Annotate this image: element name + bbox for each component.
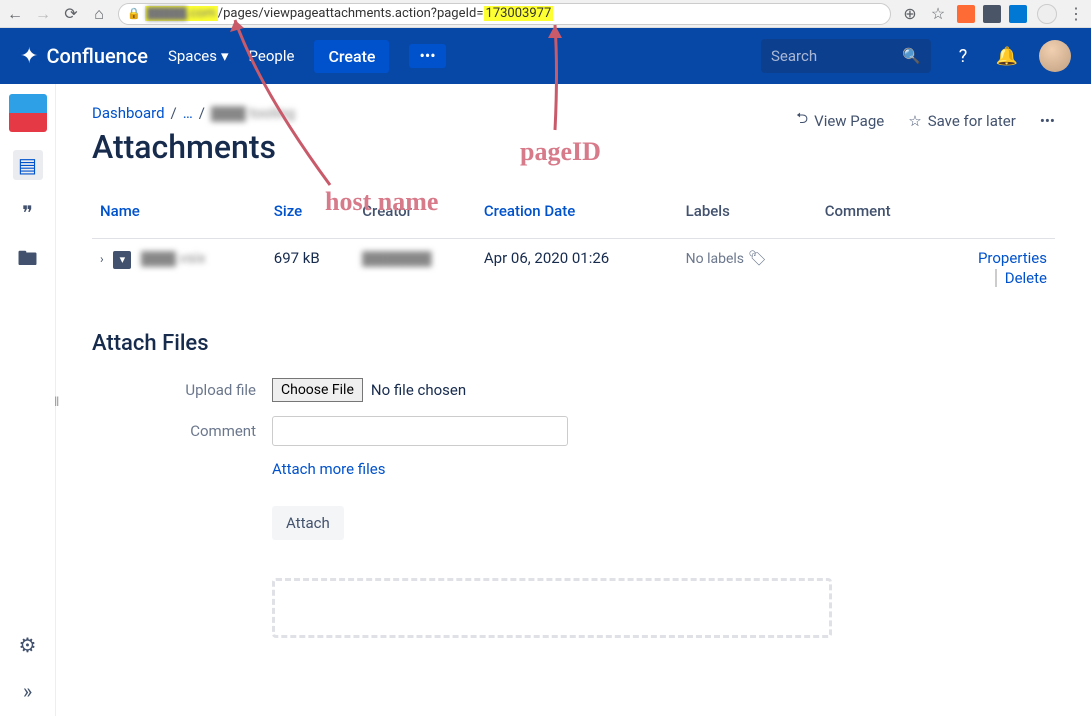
file-name[interactable]: ▇▇▇.vsix xyxy=(141,249,206,267)
search-icon: 🔍 xyxy=(902,47,921,65)
home-button[interactable]: ⌂ xyxy=(90,5,108,23)
file-size: 697 kB xyxy=(266,239,354,298)
dropzone[interactable] xyxy=(272,578,832,638)
address-bar[interactable]: 🔒 ▇▇▇▇.com/pages/viewpageattachments.act… xyxy=(118,3,891,25)
url-path: /pages/viewpageattachments.action?pageId… xyxy=(218,6,484,21)
star-outline-icon: ☆ xyxy=(908,112,921,130)
url-pageid-highlight: 173003977 xyxy=(484,6,554,21)
file-creator[interactable]: ▇▇▇▇▇▇ xyxy=(362,249,431,267)
crumb-current[interactable]: ▇▇▇ tooling xyxy=(211,104,295,122)
delete-link[interactable]: Delete xyxy=(995,269,1047,287)
save-for-later-link[interactable]: ☆Save for later xyxy=(908,112,1016,130)
sidebar: ▤ ❞ 🖿 ‖ ⚙ » xyxy=(0,84,56,716)
help-icon[interactable]: ? xyxy=(951,44,975,68)
back-button[interactable]: ← xyxy=(6,5,24,23)
extension-1[interactable] xyxy=(957,5,975,23)
profile-avatar-browser[interactable] xyxy=(1037,4,1057,24)
attach-more-link[interactable]: Attach more files xyxy=(272,460,385,478)
create-button[interactable]: Create xyxy=(314,40,389,73)
more-button[interactable]: ••• xyxy=(409,44,445,68)
table-row: › ▾ ▇▇▇.vsix 697 kB ▇▇▇▇▇▇ Apr 06, 2020 … xyxy=(92,239,1055,298)
space-icon[interactable] xyxy=(9,94,47,132)
upload-file-label: Upload file xyxy=(92,381,272,399)
url-host-highlight: ▇▇▇▇.com xyxy=(145,6,218,21)
file-date: Apr 06, 2020 01:26 xyxy=(476,239,678,298)
product-name: Confluence xyxy=(46,44,148,68)
view-page-link[interactable]: ⮌View Page xyxy=(796,108,884,133)
tag-icon[interactable]: 🏷 xyxy=(748,249,767,267)
lock-icon: 🔒 xyxy=(127,7,141,20)
no-file-text: No file chosen xyxy=(371,381,466,399)
col-creator: Creator xyxy=(354,192,476,239)
file-icon: ▾ xyxy=(113,251,131,269)
page-more-menu[interactable]: ••• xyxy=(1040,112,1055,130)
reload-button[interactable]: ⟳ xyxy=(62,5,80,23)
chevron-down-icon: ▾ xyxy=(221,47,229,65)
main-content: ⮌View Page ☆Save for later ••• Dashboard… xyxy=(56,84,1091,716)
arrow-left-icon: ⮌ xyxy=(796,108,808,133)
collapse-handle[interactable]: ‖ xyxy=(54,394,59,410)
extension-2[interactable] xyxy=(983,5,1001,23)
attach-files-heading: Attach Files xyxy=(92,331,1055,356)
settings-icon[interactable]: ⚙ xyxy=(13,630,43,660)
attach-button[interactable]: Attach xyxy=(272,506,344,540)
no-labels: No labels xyxy=(686,251,744,267)
comment-input[interactable] xyxy=(272,416,568,446)
col-size[interactable]: Size xyxy=(266,192,354,239)
extension-icons xyxy=(957,5,1027,23)
confluence-logo[interactable]: ✦ Confluence xyxy=(20,44,148,69)
search-placeholder: Search xyxy=(771,47,817,65)
col-labels: Labels xyxy=(678,192,817,239)
zoom-icon[interactable]: ⊕ xyxy=(901,5,919,23)
app-header: ✦ Confluence Spaces▾ People Create ••• S… xyxy=(0,28,1091,84)
app-body: ▤ ❞ 🖿 ‖ ⚙ » ⮌View Page ☆Save for later •… xyxy=(0,84,1091,716)
page-title: Attachments xyxy=(92,128,1055,166)
blog-icon[interactable]: ❞ xyxy=(13,198,43,228)
expand-toggle[interactable]: › xyxy=(100,252,104,266)
nav-people[interactable]: People xyxy=(249,47,295,65)
page-actions: ⮌View Page ☆Save for later ••• xyxy=(796,108,1055,133)
confluence-icon: ✦ xyxy=(20,44,38,69)
star-icon[interactable]: ☆ xyxy=(929,5,947,23)
tree-icon[interactable]: 🖿 xyxy=(13,246,43,276)
properties-link[interactable]: Properties xyxy=(942,249,1047,267)
expand-icon[interactable]: » xyxy=(13,676,43,706)
notifications-icon[interactable]: 🔔 xyxy=(995,44,1019,68)
breadcrumb: Dashboard / … / ▇▇▇ tooling xyxy=(92,104,796,122)
profile-avatar[interactable] xyxy=(1039,40,1071,72)
col-date[interactable]: Creation Date xyxy=(476,192,678,239)
forward-button[interactable]: → xyxy=(34,5,52,23)
extension-3[interactable] xyxy=(1009,5,1027,23)
pages-icon[interactable]: ▤ xyxy=(13,150,43,180)
attachments-table: Name Size Creator Creation Date Labels C… xyxy=(92,192,1055,297)
kebab-menu[interactable]: ⋮ xyxy=(1067,5,1085,23)
nav-spaces[interactable]: Spaces▾ xyxy=(168,47,229,65)
col-name[interactable]: Name xyxy=(92,192,266,239)
comment-label: Comment xyxy=(92,422,272,440)
choose-file-button[interactable]: Choose File xyxy=(272,378,363,402)
col-comment: Comment xyxy=(817,192,934,239)
search-input[interactable]: Search 🔍 xyxy=(761,39,931,73)
crumb-ellipsis[interactable]: … xyxy=(183,104,193,122)
crumb-dashboard[interactable]: Dashboard xyxy=(92,104,165,122)
browser-toolbar: ← → ⟳ ⌂ 🔒 ▇▇▇▇.com/pages/viewpageattachm… xyxy=(0,0,1091,28)
